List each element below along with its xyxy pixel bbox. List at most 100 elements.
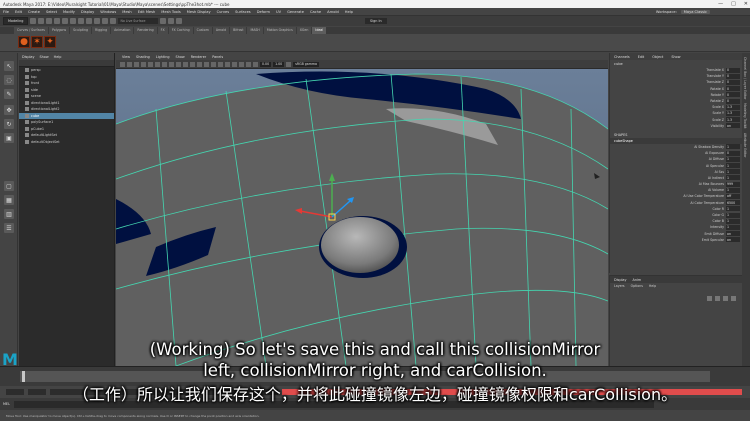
sidetab-channel-box[interactable]: Channel Box / Layer Editor (743, 57, 747, 99)
single-pane-layout-icon[interactable]: ▢ (4, 181, 14, 191)
maximize-button[interactable]: □ (731, 1, 736, 7)
outliner-search-input[interactable] (19, 60, 114, 67)
shelf-tab-bifrost[interactable]: Bifrost (230, 27, 247, 34)
shelf-tool-1-icon[interactable]: ● (18, 36, 30, 48)
cb-menu-object[interactable]: Object (652, 55, 663, 59)
move-layer-up-icon[interactable] (707, 296, 712, 301)
select-object-icon[interactable] (78, 18, 85, 24)
shelf-tab-mash[interactable]: MASH (247, 27, 263, 34)
select-hierarchy-icon[interactable] (70, 18, 77, 24)
menu-file[interactable]: File (3, 10, 9, 14)
menu-windows[interactable]: Windows (100, 10, 116, 14)
layer-menu-layers[interactable]: Layers (614, 284, 625, 288)
snap-curve-icon[interactable] (102, 18, 109, 24)
grid-icon[interactable] (148, 61, 153, 67)
layer-tab-anim[interactable]: Anim (633, 278, 642, 282)
color-space-dropdown[interactable]: sRGB gamma (293, 61, 319, 67)
cb-menu-channels[interactable]: Channels (614, 55, 630, 59)
image-plane-icon[interactable] (141, 61, 146, 67)
camera-select-icon[interactable] (120, 61, 125, 67)
cb-menu-edit[interactable]: Edit (638, 55, 645, 59)
menu-mesh-tools[interactable]: Mesh Tools (161, 10, 180, 14)
shelf-tab-rendering[interactable]: Rendering (134, 27, 157, 34)
shelf-tool-3-icon[interactable]: ✦ (44, 36, 56, 48)
undo-icon[interactable] (54, 18, 61, 24)
shelf-tab-motion-graphics[interactable]: Motion Graphics (263, 27, 296, 34)
menu-modify[interactable]: Modify (63, 10, 75, 14)
viewport-menu-panels[interactable]: Panels (212, 55, 223, 59)
menu-cache[interactable]: Cache (310, 10, 321, 14)
paint-select-tool-icon[interactable]: ✎ (4, 89, 14, 99)
shelf-tab-fx[interactable]: FX (157, 27, 168, 34)
shelf-tab-curves-surfaces[interactable]: Curves / Surfaces (14, 27, 48, 34)
layer-tab-display[interactable]: Display (614, 278, 627, 282)
wireframe-icon[interactable] (190, 61, 195, 67)
lasso-tool-icon[interactable]: ◌ (4, 75, 14, 85)
render-settings-icon[interactable] (176, 18, 183, 24)
shelf-tab-animation[interactable]: Animation (111, 27, 134, 34)
shadows-icon[interactable] (225, 61, 230, 67)
shelf-tab-rigging[interactable]: Rigging (92, 27, 111, 34)
viewport-menu-show[interactable]: Show (176, 55, 185, 59)
shelf-tab-fx-caching[interactable]: FX Caching (168, 27, 193, 34)
live-surface-field[interactable]: No Live Surface (118, 18, 159, 24)
shelf-tab-xgen[interactable]: XGen (296, 27, 312, 34)
minimize-button[interactable]: — (718, 1, 723, 7)
film-gate-icon[interactable] (155, 61, 160, 67)
rotate-tool-icon[interactable]: ↻ (4, 119, 14, 129)
snap-grid-icon[interactable] (94, 18, 101, 24)
shelf-tool-2-icon[interactable]: ✶ (31, 36, 43, 48)
close-button[interactable]: ✕ (744, 1, 748, 7)
menu-display[interactable]: Display (81, 10, 94, 14)
two-pane-layout-icon[interactable]: ▥ (4, 209, 14, 219)
textured-icon[interactable] (211, 61, 216, 67)
workspace-dropdown[interactable]: Maya Classic (680, 9, 710, 14)
viewport-menu-lighting[interactable]: Lighting (156, 55, 170, 59)
lights-icon[interactable] (218, 61, 223, 67)
menu-select[interactable]: Select (46, 10, 57, 14)
sidetab-modeling-toolkit[interactable]: Modeling Toolkit (743, 103, 747, 129)
menu-edit-mesh[interactable]: Edit Mesh (138, 10, 156, 14)
smooth-shade-icon[interactable] (197, 61, 202, 67)
camera-attributes-icon[interactable] (127, 61, 132, 67)
sign-in-button[interactable]: Sign In (365, 18, 387, 24)
shelf-tab-sculpting[interactable]: Sculpting (70, 27, 92, 34)
menu-mesh[interactable]: Mesh (122, 10, 131, 14)
gate-mask-icon[interactable] (169, 61, 174, 67)
ipr-render-icon[interactable] (168, 18, 175, 24)
layer-menu-options[interactable]: Options (631, 284, 643, 288)
move-tool-icon[interactable]: ✥ (4, 105, 14, 115)
menu-create[interactable]: Create (28, 10, 40, 14)
viewport-camera-view[interactable] (116, 69, 608, 366)
render-icon[interactable] (160, 18, 167, 24)
menu-generate[interactable]: Generate (287, 10, 304, 14)
default-material-icon[interactable] (204, 61, 209, 67)
save-scene-icon[interactable] (46, 18, 53, 24)
viewport-menu-view[interactable]: View (122, 55, 130, 59)
cb-channel-row[interactable]: Visibility on (610, 123, 742, 129)
new-layer-from-selected-icon[interactable] (731, 296, 736, 301)
shelf-tab-ideal[interactable]: Ideal (312, 27, 327, 34)
menu-edit[interactable]: Edit (15, 10, 22, 14)
viewport-menu-renderer[interactable]: Renderer (191, 55, 206, 59)
near-clip-field[interactable]: 0.00 (260, 61, 272, 67)
resolution-gate-icon[interactable] (162, 61, 167, 67)
far-clip-field[interactable]: 1.00 (273, 61, 285, 67)
outliner-layout-icon[interactable]: ☰ (4, 223, 14, 233)
menuset-dropdown[interactable]: Modeling (3, 17, 29, 25)
shelf-tab-custom[interactable]: Custom (193, 27, 212, 34)
outliner-menu-display[interactable]: Display (22, 55, 35, 59)
move-layer-down-icon[interactable] (715, 296, 720, 301)
cb-shape-row[interactable]: Emit Specular on (610, 237, 742, 243)
menu-arnold[interactable]: Arnold (327, 10, 339, 14)
outliner-item[interactable]: defaultObjectSet (19, 139, 114, 146)
sidetab-attribute-editor[interactable]: Attribute Editor (743, 133, 747, 158)
outliner-menu-help[interactable]: Help (54, 55, 62, 59)
shelf-tab-arnold[interactable]: Arnold (212, 27, 230, 34)
menu-mesh-display[interactable]: Mesh Display (187, 10, 211, 14)
field-chart-icon[interactable] (176, 61, 181, 67)
redo-icon[interactable] (62, 18, 69, 24)
select-tool-icon[interactable]: ↖ (4, 61, 14, 71)
isolate-select-icon[interactable] (246, 61, 251, 67)
outliner-menu-show[interactable]: Show (40, 55, 49, 59)
